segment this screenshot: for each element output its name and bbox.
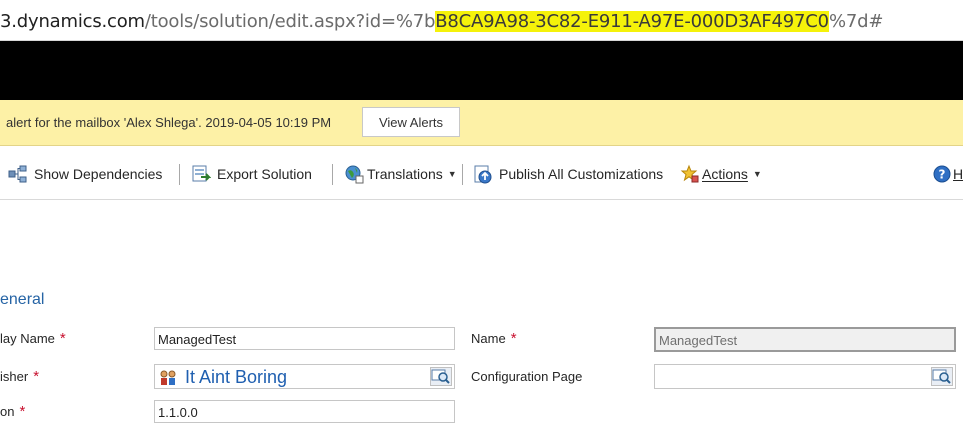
lookup-magnifier-icon <box>932 369 951 384</box>
actions-star-icon <box>680 164 699 183</box>
configuration-page-label: Configuration Page <box>471 369 583 384</box>
required-asterisk: * <box>59 330 66 347</box>
version-label: on * <box>0 403 25 420</box>
show-dependencies-button[interactable]: Show Dependencies <box>8 163 162 185</box>
view-alerts-button[interactable]: View Alerts <box>362 107 460 137</box>
display-name-label-text: lay Name <box>0 331 55 346</box>
navigation-bar <box>0 41 963 100</box>
url-suffix: %7d# <box>828 11 884 32</box>
help-label: H <box>953 166 963 182</box>
toolbar-divider <box>179 164 180 185</box>
translations-label: Translations <box>367 166 443 182</box>
help-icon: ? <box>933 165 951 183</box>
publisher-value-text: It Aint Boring <box>185 367 288 387</box>
publisher-label: isher * <box>0 368 39 385</box>
publish-icon <box>474 165 492 184</box>
export-icon <box>192 165 211 182</box>
export-solution-label: Export Solution <box>217 166 312 182</box>
url-host: 3.dynamics.com <box>0 11 145 32</box>
publisher-lookup-button[interactable] <box>430 367 452 386</box>
required-asterisk: * <box>510 330 517 347</box>
alert-bar: alert for the mailbox 'Alex Shlega'. 201… <box>0 100 963 146</box>
publish-all-label: Publish All Customizations <box>499 166 664 182</box>
required-asterisk: * <box>33 368 40 385</box>
publisher-lookup-field[interactable]: It Aint Boring <box>154 364 455 389</box>
configuration-page-lookup-button[interactable] <box>931 367 953 386</box>
url-text[interactable]: 3.dynamics.com/tools/solution/edit.aspx?… <box>0 11 883 32</box>
section-title-general: eneral <box>0 291 45 308</box>
display-name-label: lay Name * <box>0 330 66 347</box>
chevron-down-icon: ▼ <box>752 169 762 179</box>
toolbar-divider <box>462 164 463 185</box>
name-label-text: Name <box>471 331 506 346</box>
version-label-text: on <box>0 404 15 419</box>
configuration-page-lookup-field[interactable] <box>654 364 956 389</box>
publish-all-customizations-button[interactable]: Publish All Customizations <box>473 163 663 185</box>
lookup-magnifier-icon <box>431 369 450 384</box>
svg-text:?: ? <box>939 168 946 182</box>
required-asterisk: * <box>19 403 26 420</box>
dependencies-icon <box>8 165 27 183</box>
url-highlighted-id: B8CA9A98-3C82-E911-A97E-000D3AF497C0 <box>435 11 829 32</box>
publisher-icon <box>160 370 176 385</box>
name-field[interactable] <box>654 327 956 352</box>
translations-menu[interactable]: Translations ▼ <box>344 163 457 185</box>
actions-menu[interactable]: Actions ▼ <box>680 163 762 185</box>
display-name-field[interactable] <box>154 327 455 350</box>
publisher-label-text: isher <box>0 369 29 384</box>
globe-icon <box>345 165 364 184</box>
alert-message: alert for the mailbox 'Alex Shlega'. 201… <box>6 115 332 130</box>
actions-label: Actions <box>702 166 748 182</box>
address-bar[interactable]: 3.dynamics.com/tools/solution/edit.aspx?… <box>0 0 963 41</box>
export-solution-button[interactable]: Export Solution <box>191 163 312 185</box>
version-field[interactable] <box>154 400 455 423</box>
help-button[interactable]: ? H <box>933 163 963 185</box>
chevron-down-icon: ▼ <box>447 169 457 179</box>
publisher-lookup-value[interactable]: It Aint Boring <box>159 367 287 388</box>
url-path: /tools/solution/edit.aspx?id=%7b <box>144 11 436 32</box>
name-label: Name * <box>471 330 517 347</box>
show-dependencies-label: Show Dependencies <box>34 166 163 182</box>
toolbar-divider <box>332 164 333 185</box>
